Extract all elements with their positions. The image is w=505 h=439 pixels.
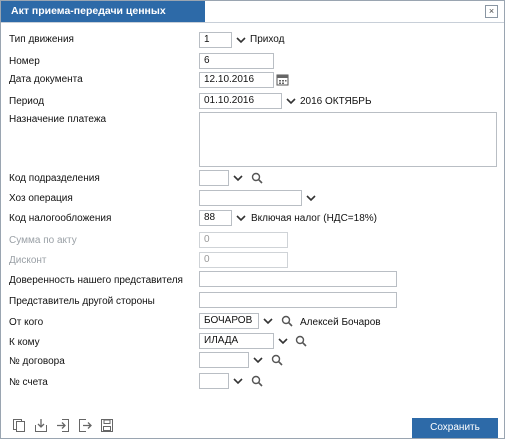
- chevron-down-icon[interactable]: [235, 34, 247, 46]
- chevron-down-icon[interactable]: [232, 375, 244, 387]
- search-icon[interactable]: [281, 315, 293, 327]
- movement-type-name: Приход: [250, 34, 285, 45]
- from-whom-input[interactable]: БОЧАРОВ: [199, 313, 259, 329]
- chevron-down-icon[interactable]: [285, 95, 297, 107]
- search-icon[interactable]: [295, 335, 307, 347]
- account-no-label: № счета: [9, 377, 48, 388]
- copy-icon[interactable]: [12, 418, 26, 433]
- dialog: Акт приема-передачи ценных бумаг × Тип д…: [0, 0, 505, 439]
- act-sum-label: Сумма по акту: [9, 235, 77, 246]
- movement-type-input[interactable]: 1: [199, 32, 232, 48]
- logout-icon[interactable]: [78, 418, 92, 433]
- to-whom-label: К кому: [9, 337, 40, 348]
- movement-type-label: Тип движения: [9, 34, 74, 45]
- tax-code-label: Код налогообложения: [9, 213, 112, 224]
- period-input[interactable]: 01.10.2016: [199, 93, 282, 109]
- business-op-label: Хоз операция: [9, 193, 73, 204]
- period-label: Период: [9, 96, 45, 107]
- dialog-title-tab: Акт приема-передачи ценных бумаг: [1, 1, 205, 38]
- save-disk-icon[interactable]: [100, 418, 114, 433]
- tax-code-name: Включая налог (НДС=18%): [251, 213, 377, 224]
- chevron-down-icon[interactable]: [277, 335, 289, 347]
- chevron-down-icon[interactable]: [235, 212, 247, 224]
- other-rep-input[interactable]: [199, 292, 397, 308]
- number-input[interactable]: 6: [199, 53, 274, 69]
- save-button[interactable]: Сохранить: [412, 418, 498, 438]
- chevron-down-icon[interactable]: [232, 172, 244, 184]
- doc-date-label: Дата документа: [9, 74, 83, 85]
- close-icon[interactable]: ×: [485, 5, 498, 18]
- tax-code-input[interactable]: 88: [199, 210, 232, 226]
- from-whom-name: Алексей Бочаров: [300, 317, 381, 328]
- number-label: Номер: [9, 56, 40, 67]
- to-whom-input[interactable]: ИЛАДА: [199, 333, 274, 349]
- division-code-input[interactable]: [199, 170, 229, 186]
- calendar-icon[interactable]: [276, 73, 289, 86]
- import-icon[interactable]: [34, 418, 48, 433]
- account-no-input[interactable]: [199, 373, 229, 389]
- search-icon[interactable]: [251, 375, 263, 387]
- search-icon[interactable]: [251, 172, 263, 184]
- division-code-label: Код подразделения: [9, 173, 100, 184]
- chevron-down-icon[interactable]: [262, 315, 274, 327]
- contract-no-label: № договора: [9, 356, 65, 367]
- header-divider: [1, 22, 504, 23]
- period-name: 2016 ОКТЯБРЬ: [300, 96, 372, 107]
- contract-no-input[interactable]: [199, 352, 249, 368]
- act-sum-input: 0: [199, 232, 288, 248]
- business-op-select[interactable]: [199, 190, 302, 206]
- login-icon[interactable]: [56, 418, 70, 433]
- discount-label: Дисконт: [9, 255, 47, 266]
- discount-input: 0: [199, 252, 288, 268]
- doc-date-input[interactable]: 12.10.2016: [199, 72, 274, 88]
- other-rep-label: Представитель другой стороны: [9, 296, 155, 307]
- payment-purpose-label: Назначение платежа: [9, 114, 107, 125]
- search-icon[interactable]: [271, 354, 283, 366]
- chevron-down-icon[interactable]: [252, 354, 264, 366]
- our-proxy-label: Доверенность нашего представителя: [9, 275, 183, 286]
- chevron-down-icon[interactable]: [305, 192, 317, 204]
- payment-purpose-textarea[interactable]: [199, 112, 497, 167]
- our-proxy-input[interactable]: [199, 271, 397, 287]
- from-whom-label: От кого: [9, 317, 44, 328]
